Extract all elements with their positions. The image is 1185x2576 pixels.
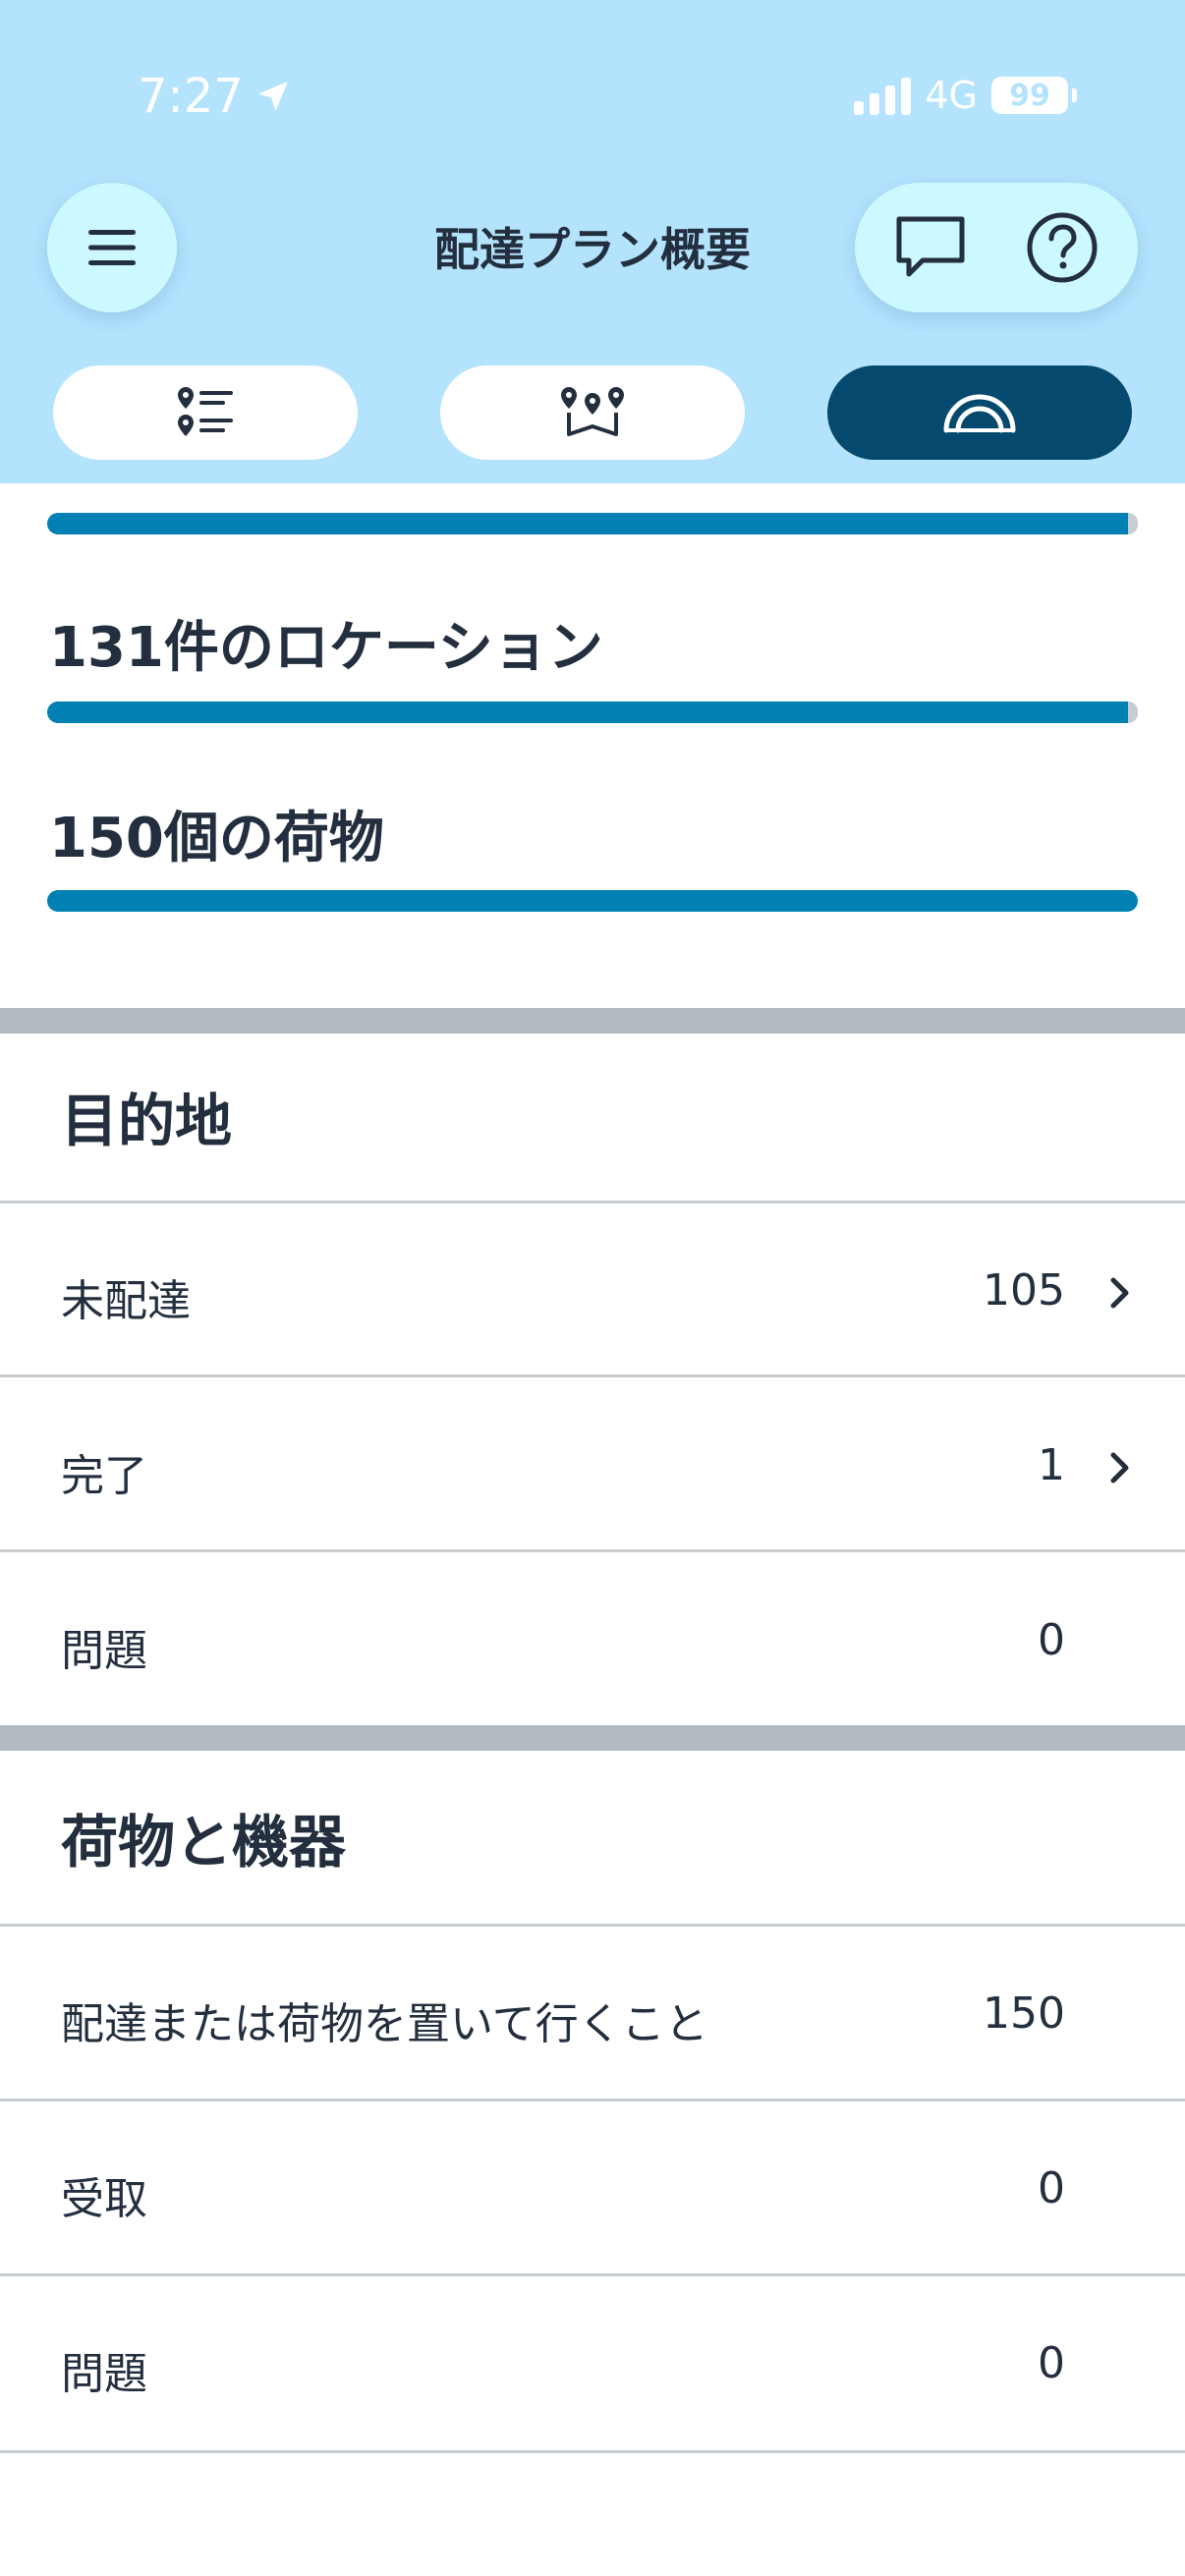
map-route-icon (561, 387, 624, 436)
overall-progress-bar (47, 513, 1138, 534)
row-value: 105 (983, 1265, 1065, 1316)
row-label: 問題 (61, 1626, 147, 1676)
row-label: 問題 (61, 2349, 147, 2399)
section-divider (0, 1008, 1185, 1034)
locations-count: 131件のロケーション (49, 616, 603, 680)
chevron-right-icon (1110, 1452, 1129, 1484)
row-label: 完了 (61, 1451, 147, 1501)
row-value: 0 (1038, 2163, 1065, 2213)
row-value: 0 (1038, 2338, 1065, 2388)
divider (0, 1549, 1185, 1552)
packages-count: 150個の荷物 (49, 807, 384, 870)
row-label: 受取 (61, 2174, 147, 2224)
location-arrow-icon (257, 82, 288, 111)
status-time-text: 7:27 (138, 69, 244, 124)
chat-button[interactable] (881, 198, 980, 297)
tab-summary[interactable] (827, 365, 1132, 460)
section-divider (0, 1725, 1185, 1751)
chevron-right-icon (1110, 1277, 1129, 1309)
divider (0, 1924, 1185, 1927)
divider (0, 2450, 1185, 2453)
row-value: 1 (1038, 1440, 1065, 1490)
tab-list[interactable] (53, 365, 358, 460)
network-type: 4G (925, 74, 978, 117)
list-pin-icon (178, 387, 233, 436)
divider (0, 2273, 1185, 2276)
signal-icon (854, 76, 912, 115)
chat-icon (896, 216, 965, 277)
row-label: 未配達 (61, 1276, 191, 1326)
battery-tip (1072, 88, 1077, 102)
battery-level: 99 (1009, 78, 1050, 113)
destinations-title: 目的地 (61, 1088, 233, 1154)
help-icon (1027, 212, 1098, 283)
help-button[interactable] (1013, 198, 1111, 297)
app-header: 7:27 4G 99 配達プラン概要 (0, 0, 1185, 483)
tab-map[interactable] (440, 365, 745, 460)
header-actions (855, 183, 1138, 312)
row-value: 150 (983, 1988, 1065, 2039)
divider (0, 1201, 1185, 1204)
row-value: 0 (1038, 1615, 1065, 1665)
gauge-icon (943, 394, 1016, 433)
battery-icon: 99 (991, 77, 1068, 114)
row-label: 配達または荷物を置いて行くこと (61, 1999, 708, 2049)
divider (0, 1374, 1185, 1377)
status-time: 7:27 (138, 69, 293, 124)
divider (0, 2099, 1185, 2101)
packages-equipment-title: 荷物と機器 (61, 1809, 347, 1876)
packages-progress-bar (47, 890, 1138, 912)
locations-progress-bar (47, 701, 1138, 723)
status-indicators: 4G 99 (854, 74, 1077, 117)
